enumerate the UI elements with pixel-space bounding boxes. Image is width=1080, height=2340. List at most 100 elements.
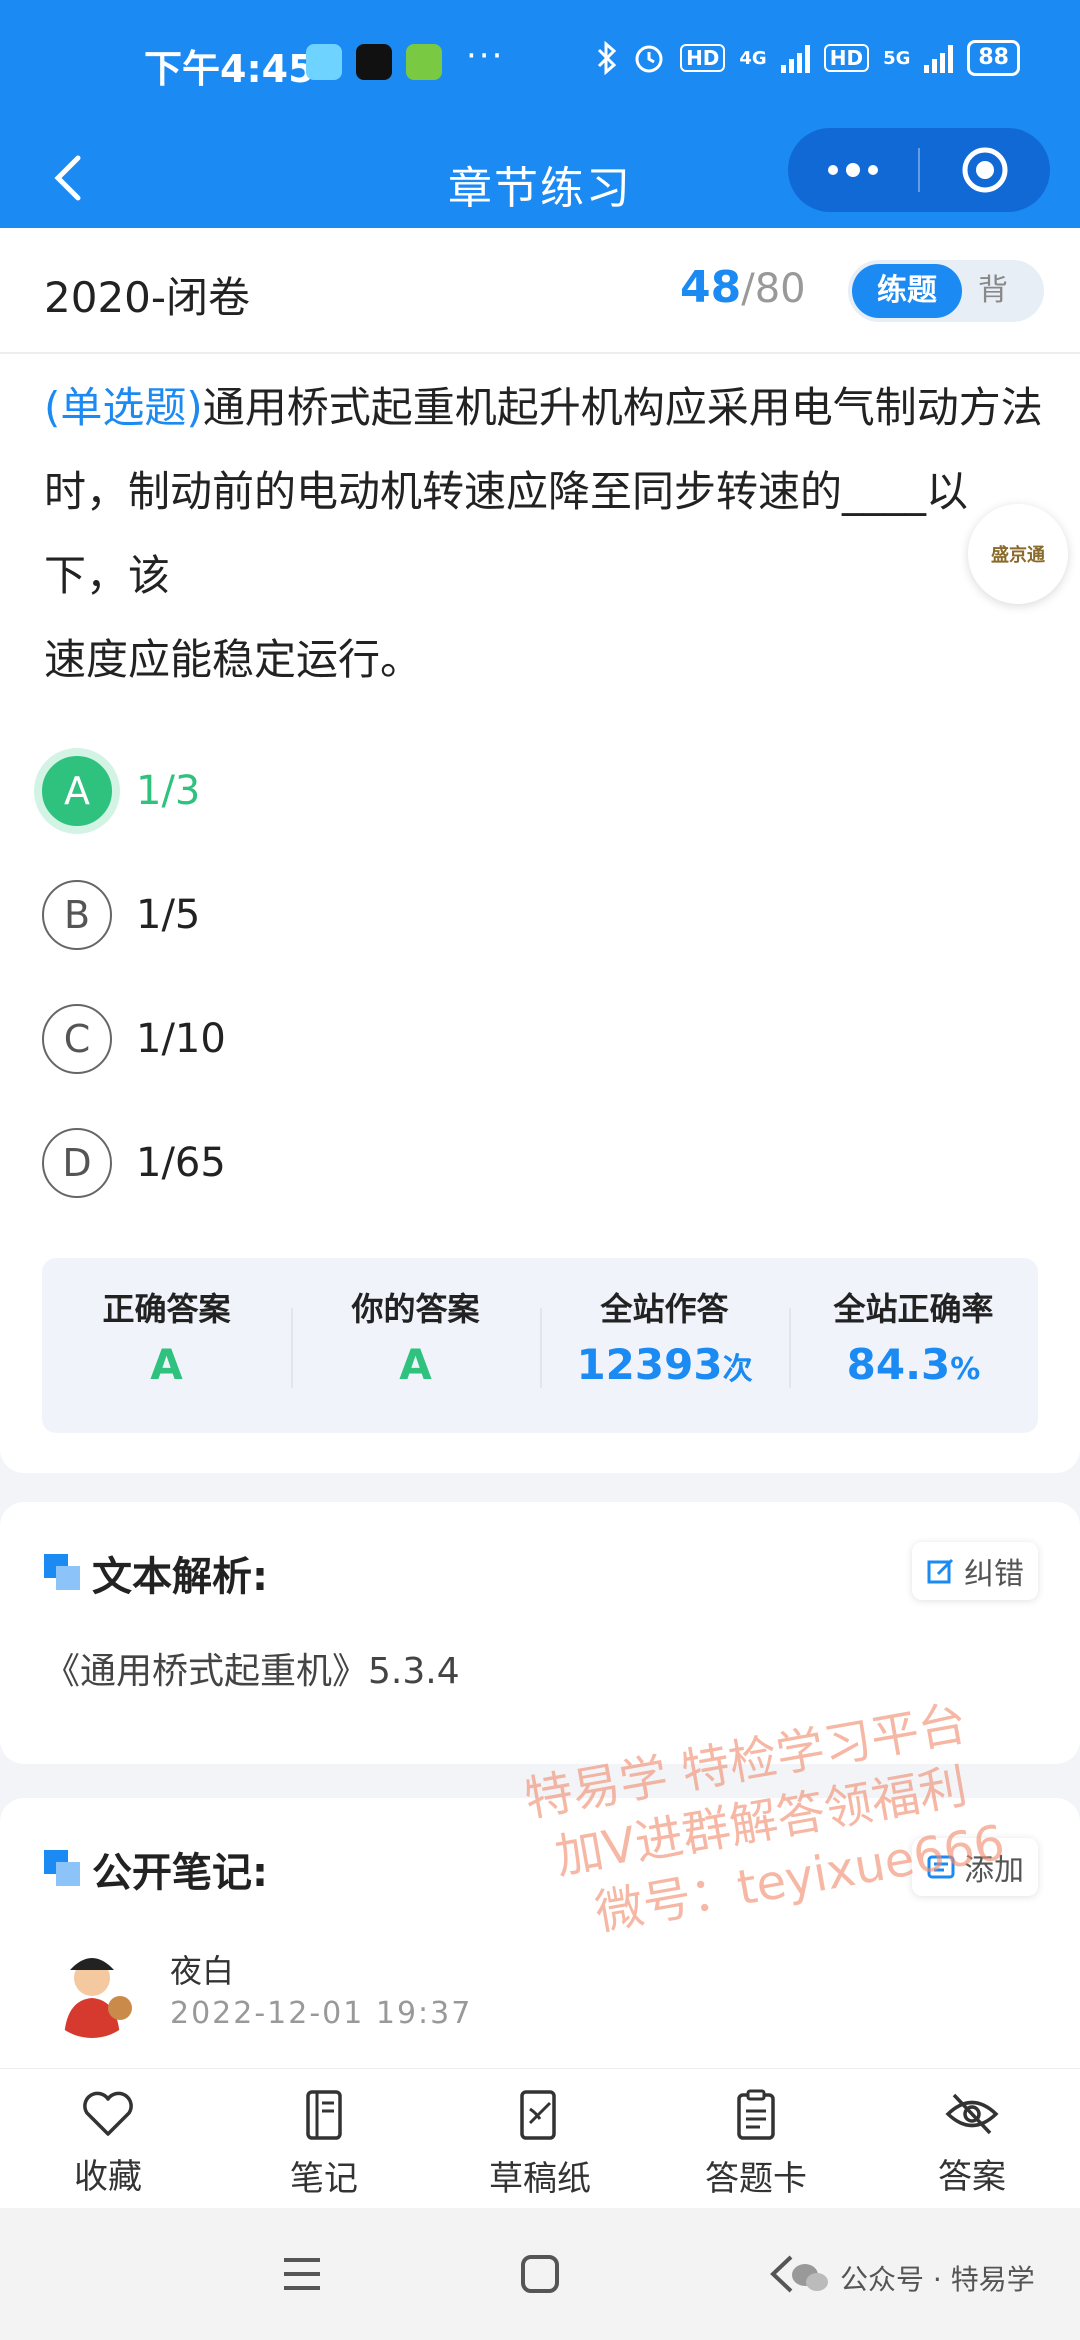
stat-label: 全站正确率 [833,1290,994,1328]
stat-correct-answer: 正确答案 A [42,1258,291,1433]
toolbar-label: 答题卡 [705,2159,807,2199]
report-error-label: 纠错 [964,1557,1024,1592]
wechat-account-label: 公众号 · 特易学 [840,2263,1035,2296]
more-dots-icon [828,163,878,177]
analysis-title: 文本解析: [92,1554,268,1600]
option-text: 1/65 [136,1140,226,1186]
analysis-text: 《通用桥式起重机》5.3.4 [44,1651,460,1692]
signal-bars-icon-2 [924,43,954,73]
miniprogram-capsule [788,128,1050,212]
more-button[interactable] [788,163,918,177]
heart-icon [83,2091,133,2136]
status-time: 下午4:45 [144,47,315,91]
note-timestamp: 2022-12-01 19:37 [170,1996,473,2031]
stat-your-answer: 你的答案 A [291,1258,540,1433]
signal-bars-icon [780,43,810,73]
progress-separator: / [741,266,755,312]
answer-stats: 正确答案 A 你的答案 A 全站作答 12393次 全站正确率 84.3% [42,1258,1038,1433]
target-icon [962,147,1008,193]
stat-value: 84.3% [789,1340,1038,1389]
mode-memorize-tab[interactable]: 背 [978,264,1008,318]
stat-site-accuracy: 全站正确率 84.3% [789,1258,1038,1433]
option-text: 1/5 [136,892,201,938]
header: 章节练习 [0,128,1080,228]
option-text: 1/3 [136,768,201,814]
progress-total: 80 [754,266,806,312]
favorite-button[interactable]: 收藏 [0,2069,216,2208]
network-5g-label: 5G [883,47,911,69]
system-navbar: 公众号 · 特易学 [0,2208,1080,2340]
stat-value: A [150,1340,183,1389]
notes-title: 公开笔记: [92,1850,268,1896]
section-square-icon [44,1850,80,1886]
toolbar-label: 收藏 [74,2157,142,2197]
mode-toggle[interactable]: 练题 背 [848,260,1044,322]
progress-current: 48 [680,262,742,313]
floating-logo-badge[interactable]: 盛京通 [968,504,1068,604]
option-letter: A [42,756,112,826]
hd-badge-2: HD [823,44,870,72]
avatar[interactable] [42,1938,142,2038]
question-text: (单选题)通用桥式起重机起升机构应采用电气制动方法时，制动前的电动机转速应降至同… [44,366,1044,702]
answer-sheet-button[interactable]: 答题卡 [648,2069,864,2208]
download-app-icon [406,44,442,80]
bottom-toolbar: 收藏 笔记 草稿纸 答题卡 答案 [0,2068,1080,2208]
paper-title: 2020-闭卷 [44,273,251,322]
more-notifications-icon: ··· [466,36,505,76]
stat-number: 12393 [576,1340,723,1389]
square-home-icon [521,2255,559,2293]
option-d[interactable]: D 1/65 [42,1128,226,1198]
hd-badge: HD [680,44,726,72]
notebook-icon [306,2090,342,2140]
status-bar: 下午4:45 ··· HD 4G HD 5G 88 [0,0,1080,128]
menu-icon [284,2258,320,2290]
draft-icon [520,2090,556,2140]
stat-number: 84.3 [846,1340,951,1389]
question-progress: 48/80 [680,262,806,313]
question-card: 2020-闭卷 48/80 练题 背 (单选题)通用桥式起重机起升机构应采用电气… [0,228,1080,1473]
notes-button[interactable]: 笔记 [216,2069,432,2208]
option-text: 1/10 [136,1016,226,1062]
stat-unit: % [950,1352,981,1387]
show-answer-button[interactable]: 答案 [864,2069,1080,2208]
report-error-button[interactable]: 纠错 [912,1542,1038,1600]
question-type: (单选题) [44,383,203,432]
toolbar-label: 答案 [938,2157,1006,2197]
tiktok-app-icon [356,44,392,80]
battery-indicator: 88 [967,40,1020,76]
question-subheader: 2020-闭卷 48/80 练题 背 [0,228,1080,354]
eye-off-icon [945,2093,999,2135]
option-a[interactable]: A 1/3 [42,756,200,826]
user-avatar-image [64,1958,132,2038]
option-b[interactable]: B 1/5 [42,880,200,950]
option-c[interactable]: C 1/10 [42,1004,226,1074]
stat-label: 正确答案 [102,1290,231,1328]
menu-nav-button[interactable] [272,2244,332,2304]
section-square-icon [44,1554,80,1590]
stat-label: 全站作答 [600,1290,729,1328]
messages-app-icon [306,44,342,80]
stat-site-attempts: 全站作答 12393次 [540,1258,789,1433]
stat-unit: 次 [722,1352,753,1387]
question-body-line2: 速度应能稳定运行。 [44,635,423,684]
stat-value: A [399,1340,432,1389]
toolbar-label: 笔记 [290,2159,358,2199]
option-letter: D [42,1128,112,1198]
bluetooth-icon [598,41,617,75]
edit-icon [927,1558,954,1584]
close-miniprogram-button[interactable] [920,146,1050,194]
status-right-group: HD 4G HD 5G 88 [596,40,1020,76]
wechat-official-account-mark: 公众号 · 特易学 [790,2258,1035,2298]
option-letter: C [42,1004,112,1074]
home-nav-button[interactable] [510,2244,570,2304]
wechat-icon [792,2264,828,2291]
note-username: 夜白 [170,1952,235,1990]
toolbar-label: 草稿纸 [489,2159,591,2199]
alarm-icon [635,45,663,73]
stat-label: 你的答案 [351,1290,480,1328]
option-letter: B [42,880,112,950]
network-4g-label: 4G [739,47,767,69]
draft-paper-button[interactable]: 草稿纸 [432,2069,648,2208]
mode-practice-tab[interactable]: 练题 [852,264,962,318]
stat-value: 12393次 [540,1340,789,1389]
